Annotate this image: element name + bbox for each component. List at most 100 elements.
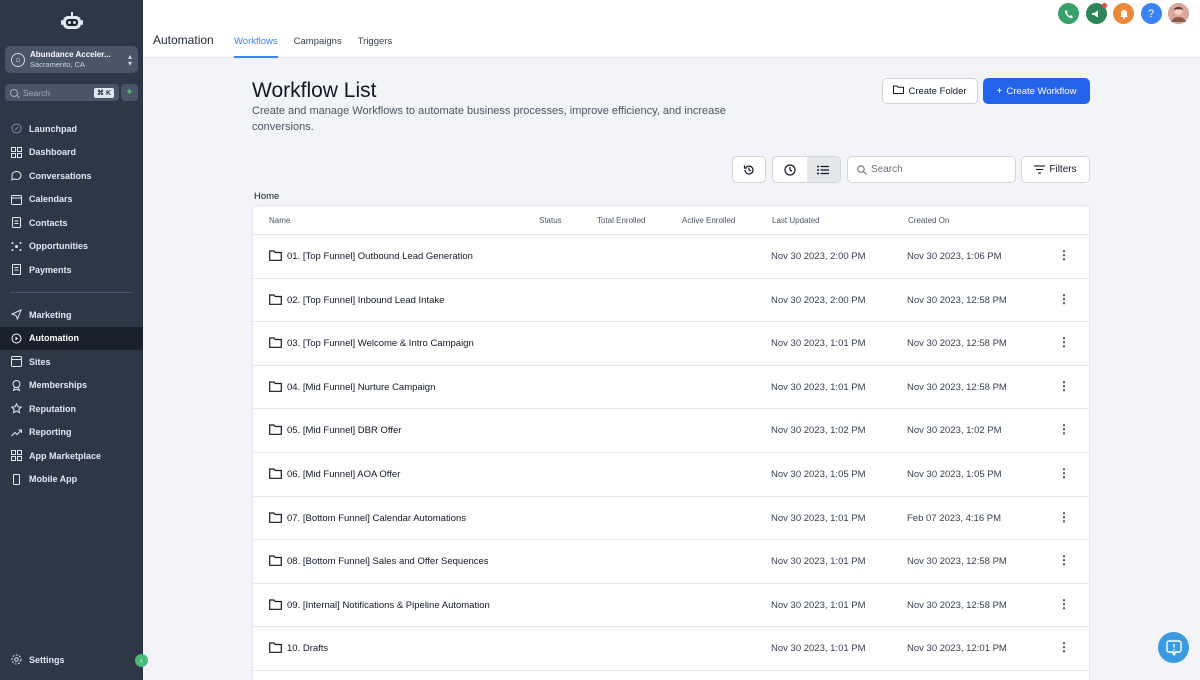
- more-options-icon[interactable]: ⋮: [1058, 379, 1070, 393]
- help-icon[interactable]: ?: [1140, 3, 1162, 24]
- create-folder-button[interactable]: Create Folder: [882, 78, 978, 104]
- notification-dot: [1101, 3, 1107, 8]
- folder-icon: [893, 85, 905, 97]
- created-on: Nov 30 2023, 12:58 PM: [907, 294, 1007, 306]
- workflow-name[interactable]: 06. [Mid Funnel] AOA Offer: [287, 469, 400, 480]
- created-on: Nov 30 2023, 12:58 PM: [907, 381, 1007, 393]
- sidebar-item-calendars[interactable]: Calendars: [0, 188, 143, 212]
- history-button[interactable]: [732, 156, 766, 183]
- create-workflow-button[interactable]: + Create Workflow: [983, 78, 1090, 104]
- sidebar-item-sites[interactable]: Sites: [0, 350, 143, 374]
- search-icon: [10, 88, 18, 97]
- sidebar-item-mobile-app[interactable]: Mobile App: [0, 468, 143, 492]
- more-options-icon[interactable]: ⋮: [1058, 422, 1070, 436]
- column-header-created-on[interactable]: Created On: [908, 216, 949, 225]
- sidebar-item-reporting[interactable]: Reporting: [0, 421, 143, 445]
- table-row[interactable]: 04. [Mid Funnel] Nurture Campaign Nov 30 …: [253, 366, 1089, 410]
- sidebar-item-automation[interactable]: Automation: [0, 326, 143, 350]
- sidebar-item-conversations[interactable]: Conversations: [0, 164, 143, 188]
- column-header-last-updated[interactable]: Last Updated: [772, 216, 820, 225]
- table-row[interactable]: 08. [Bottom Funnel] Sales and Offer Sequ…: [253, 540, 1089, 584]
- last-updated: Nov 30 2023, 1:02 PM: [771, 425, 866, 437]
- sidebar-item-label: Marketing: [29, 309, 72, 320]
- robot-logo-icon[interactable]: [60, 10, 84, 32]
- sidebar-item-payments[interactable]: Payments: [0, 258, 143, 282]
- last-updated: Nov 30 2023, 2:00 PM: [771, 294, 866, 306]
- last-updated: Nov 30 2023, 1:01 PM: [771, 512, 866, 524]
- megaphone-icon[interactable]: [1085, 3, 1107, 24]
- bell-icon[interactable]: [1113, 3, 1134, 24]
- folder-icon: [269, 599, 282, 610]
- top-icons: ?: [1052, 3, 1189, 24]
- support-chat-button[interactable]: [1158, 632, 1189, 663]
- table-row[interactable]: 02. [Top Funnel] Inbound Lead Intake Nov …: [253, 279, 1089, 323]
- more-options-icon[interactable]: ⋮: [1058, 553, 1070, 567]
- tab-campaigns[interactable]: Campaigns: [294, 36, 342, 58]
- sidebar-item-dashboard[interactable]: Dashboard: [0, 141, 143, 165]
- workflow-name[interactable]: 09. [Internal] Notifications & Pipeline …: [287, 600, 490, 611]
- column-header-status[interactable]: Status: [539, 216, 562, 225]
- workflow-search-input[interactable]: Search: [847, 156, 1016, 183]
- more-options-icon[interactable]: ⋮: [1058, 466, 1070, 480]
- more-options-icon[interactable]: ⋮: [1058, 597, 1070, 611]
- tab-workflows[interactable]: Workflows: [234, 36, 278, 58]
- tab-bar: Workflows Campaigns Triggers: [234, 36, 408, 58]
- plus-icon: +: [996, 85, 1003, 97]
- phone-call-icon[interactable]: [1058, 3, 1079, 24]
- folder-icon: [269, 424, 282, 436]
- breadcrumb[interactable]: Home: [254, 191, 279, 202]
- sidebar-item-app-marketplace[interactable]: App Marketplace: [0, 444, 143, 468]
- more-options-icon[interactable]: ⋮: [1058, 248, 1070, 262]
- created-on: Nov 30 2023, 12:01 PM: [907, 643, 1007, 655]
- workflow-name[interactable]: 07. [Bottom Funnel] Calendar Automations: [287, 513, 466, 524]
- sidebar-item-marketing[interactable]: Marketing: [0, 303, 143, 327]
- workflow-name[interactable]: 01. [Top Funnel] Outbound Lead Generatio…: [287, 251, 473, 262]
- table-row[interactable]: 03. [Top Funnel] Welcome & Intro Campaig…: [253, 322, 1089, 366]
- more-options-icon[interactable]: ⋮: [1058, 510, 1070, 524]
- workflow-name[interactable]: 08. [Bottom Funnel] Sales and Offer Sequ…: [287, 556, 489, 567]
- workflow-name[interactable]: 04. [Mid Funnel] Nurture Campaign: [287, 382, 435, 393]
- sidebar-search-placeholder: Search: [23, 87, 50, 98]
- ai-sparkle-button[interactable]: ✦: [121, 84, 138, 101]
- workflow-name[interactable]: 05. [Mid Funnel] DBR Offer: [287, 425, 401, 436]
- more-options-icon[interactable]: ⋮: [1058, 292, 1070, 306]
- sidebar-item-launchpad[interactable]: Launchpad: [0, 117, 143, 141]
- column-header-total-enrolled[interactable]: Total Enrolled: [597, 216, 645, 225]
- tab-triggers[interactable]: Triggers: [358, 36, 393, 58]
- account-location: Sacramento, CA: [30, 59, 86, 69]
- sidebar-search[interactable]: Search ⌘ K: [5, 84, 119, 101]
- table-row[interactable]: 10. Drafts Nov 30 2023, 1:01 PM Nov 30 202…: [253, 627, 1089, 671]
- list-view-button[interactable]: [806, 157, 840, 182]
- grid-icon: [11, 146, 22, 158]
- table-row[interactable]: 05. [Mid Funnel] DBR Offer Nov 30 2023, 1…: [253, 409, 1089, 453]
- created-on: Feb 07 2023, 4:16 PM: [907, 512, 1002, 524]
- more-options-icon[interactable]: ⋮: [1058, 640, 1070, 654]
- workflow-name[interactable]: 02. [Top Funnel] Inbound Lead Intake: [287, 295, 444, 306]
- table-row[interactable]: 07. [Bottom Funnel] Calendar Automations…: [253, 497, 1089, 541]
- collapse-sidebar-button[interactable]: ‹: [135, 654, 148, 667]
- table-row[interactable]: 01. [Top Funnel] Outbound Lead Generatio…: [253, 235, 1089, 279]
- sidebar-item-label: Opportunities: [29, 241, 88, 252]
- workflow-name[interactable]: 10. Drafts: [287, 643, 328, 654]
- sidebar-item-opportunities[interactable]: Opportunities: [0, 235, 143, 259]
- view-toggle: [772, 156, 841, 183]
- more-options-icon[interactable]: ⋮: [1058, 335, 1070, 349]
- sidebar: ⌂ Abundance Acceler... Sacramento, CA ▴ ▾…: [0, 0, 148, 680]
- table-row[interactable]: 09. [Internal] Notifications & Pipeline …: [253, 584, 1089, 628]
- clock-view-button[interactable]: [773, 157, 807, 182]
- filters-button[interactable]: Filters: [1021, 156, 1090, 183]
- table-row[interactable]: 06. [Mid Funnel] AOA Offer Nov 30 2023, 1…: [253, 453, 1089, 497]
- workflow-name[interactable]: 03. [Top Funnel] Welcome & Intro Campaig…: [287, 338, 474, 349]
- chevron-updown-icon: ▴ ▾: [127, 51, 132, 68]
- sidebar-item-settings[interactable]: Settings: [0, 648, 143, 672]
- page-section-title: Automation: [153, 33, 214, 47]
- sidebar-item-reputation[interactable]: Reputation: [0, 397, 143, 421]
- sidebar-item-label: Reputation: [29, 403, 76, 414]
- send-icon: [11, 309, 22, 321]
- sidebar-item-memberships[interactable]: Memberships: [0, 374, 143, 398]
- account-switcher[interactable]: ⌂ Abundance Acceler... Sacramento, CA ▴ ▾: [5, 46, 138, 73]
- sidebar-item-contacts[interactable]: Contacts: [0, 211, 143, 235]
- column-header-active-enrolled[interactable]: Active Enrolled: [682, 216, 735, 225]
- column-header-name[interactable]: Name: [269, 216, 290, 225]
- avatar[interactable]: [1168, 3, 1189, 24]
